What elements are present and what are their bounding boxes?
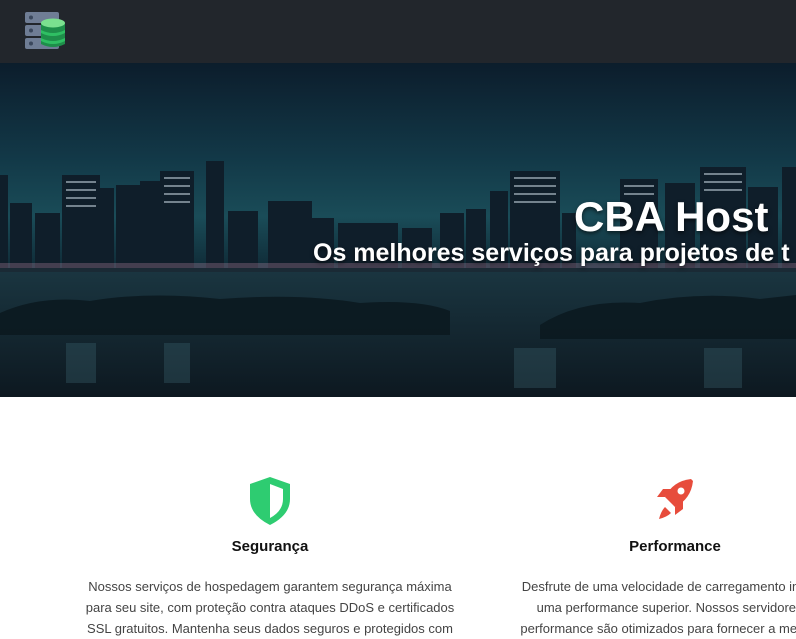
shield-icon (250, 477, 290, 525)
top-navbar (0, 0, 796, 63)
feature-security: Segurança Nossos serviços de hospedagem … (80, 475, 460, 639)
feature-title: Performance (629, 538, 721, 555)
feature-description: Desfrute de uma velocidade de carregamen… (520, 579, 796, 636)
feature-title: Segurança (231, 538, 309, 555)
server-database-icon[interactable] (25, 11, 67, 51)
hero-subtitle: Os melhores serviços para projetos de t (313, 239, 790, 267)
hero-banner: CBA Host Os melhores serviços para proje… (0, 63, 796, 397)
feature-description: Nossos serviços de hospedagem garantem s… (85, 579, 455, 636)
rocket-icon (657, 479, 693, 519)
feature-performance: Performance Desfrute de uma velocidade d… (485, 475, 796, 639)
hero-title: CBA Host (574, 193, 769, 240)
